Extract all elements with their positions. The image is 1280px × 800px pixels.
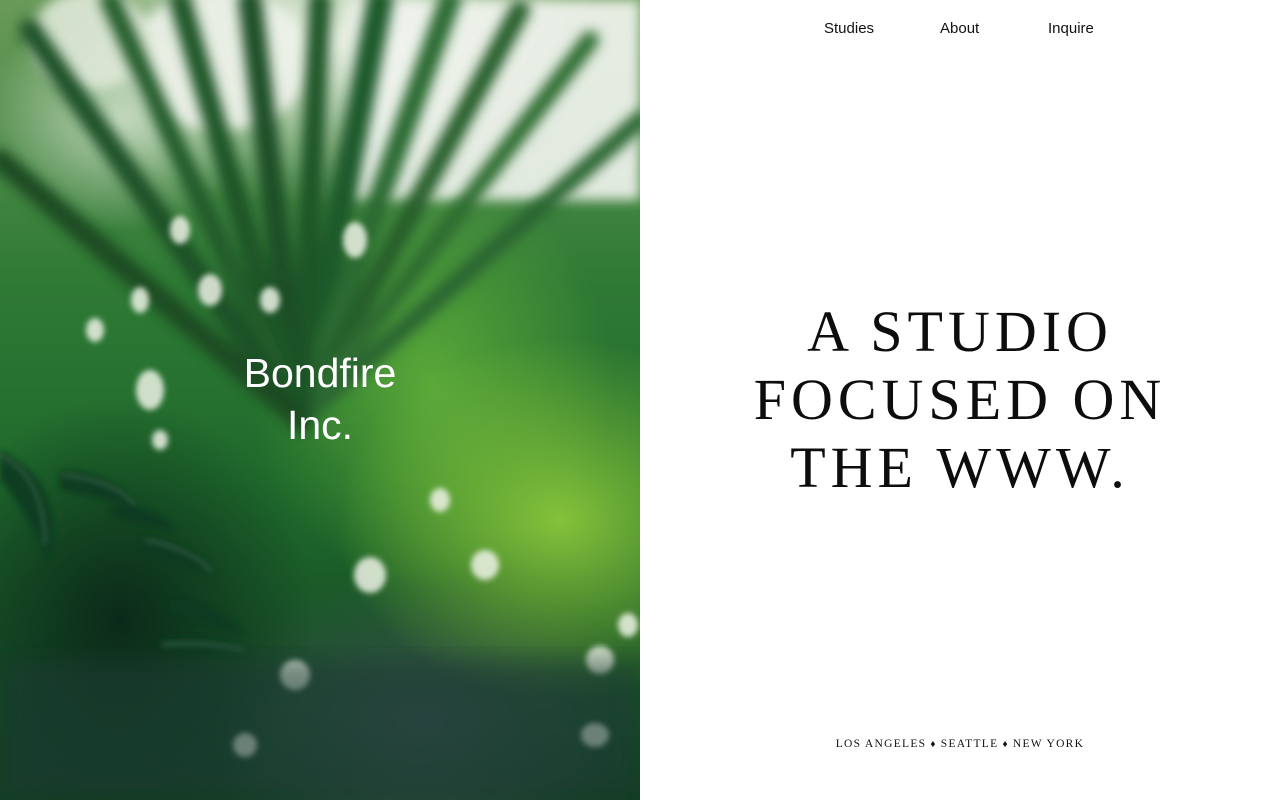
headline-line1: A STUDIO [807,299,1113,364]
brand-logo[interactable]: Bondfire Inc. [0,347,640,451]
page: Bondfire Inc. Studies About Inquire A ST… [0,0,1280,800]
nav-link-about[interactable]: About [940,20,979,37]
location-new-york: NEW YORK [1012,738,1085,750]
diamond-separator-icon: ♦ [930,739,937,750]
brand-name-line2: Inc. [286,402,354,448]
main-nav: Studies About Inquire [640,20,1280,40]
headline-line2: FOCUSED ON [753,367,1167,432]
headline-line3: THE WWW. [790,435,1130,500]
brand-name-line1: Bondfire [243,350,397,396]
nav-link-studies[interactable]: Studies [824,20,874,37]
location-los-angeles: LOS ANGELES [835,738,927,750]
location-seattle: SEATTLE [940,738,999,750]
nav-link-inquire[interactable]: Inquire [1048,20,1094,37]
locations-list: LOS ANGELES ♦ SEATTLE ♦ NEW YORK [640,738,1280,750]
content-panel: Studies About Inquire A STUDIO FOCUSED O… [640,0,1280,800]
diamond-separator-icon: ♦ [1002,739,1009,750]
hero-image-panel: Bondfire Inc. [0,0,640,800]
headline: A STUDIO FOCUSED ON THE WWW. [640,298,1280,502]
